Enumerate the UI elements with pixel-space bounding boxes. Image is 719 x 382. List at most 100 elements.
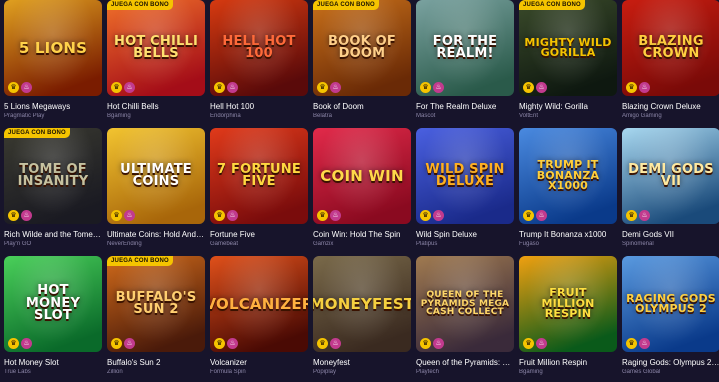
game-tile[interactable]: Ultimate Coins ♛ ♨ Ultimate Coins: Hold And… — [107, 128, 205, 252]
game-thumbnail[interactable]: JUEGA CON BONO Mighty Wild Gorilla ♛ ♨ — [519, 0, 617, 96]
game-provider: Play'n GO — [4, 241, 32, 247]
game-tile[interactable]: Trump It Bonanza x1000 ♛ ♨ Trump It Bonanza… — [519, 128, 617, 252]
game-title[interactable]: Fruit Million Respin — [519, 358, 617, 367]
game-thumbnail[interactable]: 5 Lions ♛ ♨ — [4, 0, 102, 96]
game-title[interactable]: Demi Gods VII — [622, 230, 719, 239]
game-title[interactable]: Fortune Five — [210, 230, 308, 239]
game-title[interactable]: Raging Gods: Olympus 2 PO... — [622, 358, 719, 367]
game-tile[interactable]: JUEGA CON BONO Hot Chilli Bells ♛ ♨ Hot Chil… — [107, 0, 205, 124]
game-logo-art: Hot Chilli Bells — [114, 33, 198, 61]
game-tile[interactable]: For the Realm! ♛ ♨ For The Realm Deluxe Masc… — [416, 0, 514, 124]
game-thumbnail[interactable]: JUEGA CON BONO Hot Chilli Bells ♛ ♨ — [107, 0, 205, 96]
game-provider: Platipus — [416, 241, 438, 247]
game-logo-art: Coin Win — [320, 166, 404, 185]
fire-icon: ♨ — [639, 82, 650, 93]
crown-icon: ♛ — [8, 338, 19, 349]
game-title[interactable]: Hell Hot 100 — [210, 102, 308, 111]
game-provider: Gamzix — [313, 241, 334, 247]
fire-icon: ♨ — [21, 210, 32, 221]
game-thumbnail[interactable]: JUEGA CON BONO Book of Doom ♛ ♨ — [313, 0, 411, 96]
fire-icon: ♨ — [124, 210, 135, 221]
game-thumbnail[interactable]: Queen of the Pyramids Mega Cash Collect ♛… — [416, 256, 514, 352]
fire-icon: ♨ — [433, 338, 444, 349]
crown-icon: ♛ — [626, 82, 637, 93]
game-tile[interactable]: Moneyfest ♛ ♨ Moneyfest Popiplay — [313, 256, 411, 380]
bonus-badge: JUEGA CON BONO — [107, 256, 173, 266]
game-title[interactable]: Moneyfest — [313, 358, 411, 367]
game-title[interactable]: For The Realm Deluxe — [416, 102, 514, 111]
game-tile[interactable]: Queen of the Pyramids Mega Cash Collect ♛… — [416, 256, 514, 380]
game-thumbnail[interactable]: JUEGA CON BONO Buffalo's Sun 2 ♛ ♨ — [107, 256, 205, 352]
game-thumbnail[interactable]: Fruit Million Respin ♛ ♨ — [519, 256, 617, 352]
game-tile[interactable]: JUEGA CON BONO Tome of Insanity ♛ ♨ Rich Wil… — [4, 128, 102, 252]
game-tile[interactable]: Hell Hot 100 ♛ ♨ Hell Hot 100 Endorphina — [210, 0, 308, 124]
game-thumbnail[interactable]: Raging Gods Olympus 2 ♛ ♨ — [622, 256, 719, 352]
game-provider: Endorphina — [210, 113, 241, 119]
game-thumbnail[interactable]: Volcanizer ♛ ♨ — [210, 256, 308, 352]
game-logo-art: For the Realm! — [432, 33, 498, 61]
game-logo-art: Trump It Bonanza x1000 — [536, 158, 600, 193]
game-thumbnail[interactable]: Wild Spin Deluxe ♛ ♨ — [416, 128, 514, 224]
crown-icon: ♛ — [626, 210, 637, 221]
game-thumbnail[interactable]: Blazing Crown ♛ ♨ — [622, 0, 719, 96]
game-tile[interactable]: JUEGA CON BONO Mighty Wild Gorilla ♛ ♨ Might… — [519, 0, 617, 124]
game-tile[interactable]: JUEGA CON BONO Buffalo's Sun 2 ♛ ♨ Buffalo's… — [107, 256, 205, 380]
game-thumbnail[interactable]: JUEGA CON BONO Tome of Insanity ♛ ♨ — [4, 128, 102, 224]
game-thumbnail[interactable]: 7 Fortune Five ♛ ♨ — [210, 128, 308, 224]
game-logo-art: Queen of the Pyramids Mega Cash Collect — [420, 290, 510, 318]
game-title[interactable]: Buffalo's Sun 2 — [107, 358, 205, 367]
game-title[interactable]: Coin Win: Hold The Spin — [313, 230, 411, 239]
fire-icon: ♨ — [536, 210, 547, 221]
game-title[interactable]: Blazing Crown Deluxe — [622, 102, 719, 111]
game-title[interactable]: Queen of the Pyramids: Me... — [416, 358, 514, 367]
game-provider: Spinomenal — [622, 241, 654, 247]
game-tile[interactable]: Volcanizer ♛ ♨ Volcanizer Formula Spin — [210, 256, 308, 380]
game-thumbnail[interactable]: Demi Gods VII ♛ ♨ — [622, 128, 719, 224]
game-thumbnail[interactable]: For the Realm! ♛ ♨ — [416, 0, 514, 96]
game-title[interactable]: Mighty Wild: Gorilla — [519, 102, 617, 111]
game-title[interactable]: Volcanizer — [210, 358, 308, 367]
game-provider: Pragmatic Play — [4, 113, 45, 119]
game-provider: Bgaming — [107, 113, 131, 119]
crown-icon: ♛ — [111, 338, 122, 349]
crown-icon: ♛ — [523, 338, 534, 349]
bonus-badge: JUEGA CON BONO — [4, 128, 70, 138]
game-logo-art: Buffalo's Sun 2 — [115, 289, 197, 317]
game-title[interactable]: Trump It Bonanza x1000 — [519, 230, 617, 239]
game-logo-art: Moneyfest — [313, 294, 411, 313]
game-thumbnail[interactable]: Moneyfest ♛ ♨ — [313, 256, 411, 352]
game-title[interactable]: Rich Wilde and the Tome of... — [4, 230, 102, 239]
game-title[interactable]: Book of Doom — [313, 102, 411, 111]
game-provider: Belatra — [313, 113, 333, 119]
game-tile[interactable]: 5 Lions ♛ ♨ 5 Lions Megaways Pragmatic Play — [4, 0, 102, 124]
game-tile[interactable]: Demi Gods VII ♛ ♨ Demi Gods VII Spinomenal — [622, 128, 719, 252]
game-tile[interactable]: Fruit Million Respin ♛ ♨ Fruit Million Resp… — [519, 256, 617, 380]
crown-icon: ♛ — [317, 82, 328, 93]
game-thumbnail[interactable]: Hot Money Slot ♛ ♨ — [4, 256, 102, 352]
crown-icon: ♛ — [214, 210, 225, 221]
game-provider: Zillion — [107, 369, 123, 375]
game-title[interactable]: 5 Lions Megaways — [4, 102, 102, 111]
crown-icon: ♛ — [111, 82, 122, 93]
game-thumbnail[interactable]: Coin Win ♛ ♨ — [313, 128, 411, 224]
game-thumbnail[interactable]: Ultimate Coins ♛ ♨ — [107, 128, 205, 224]
game-provider: Formula Spin — [210, 369, 246, 375]
game-tile[interactable]: Hot Money Slot ♛ ♨ Hot Money Slot True Labs — [4, 256, 102, 380]
game-tile[interactable]: Wild Spin Deluxe ♛ ♨ Wild Spin Deluxe Platip… — [416, 128, 514, 252]
crown-icon: ♛ — [8, 210, 19, 221]
game-logo-art: Fruit Million Respin — [541, 286, 595, 321]
game-tile[interactable]: Blazing Crown ♛ ♨ Blazing Crown Deluxe Amigo… — [622, 0, 719, 124]
game-title[interactable]: Hot Money Slot — [4, 358, 102, 367]
game-title[interactable]: Hot Chilli Bells — [107, 102, 205, 111]
game-title[interactable]: Ultimate Coins: Hold And Win — [107, 230, 205, 239]
game-thumbnail[interactable]: Trump It Bonanza x1000 ♛ ♨ — [519, 128, 617, 224]
game-thumbnail[interactable]: Hell Hot 100 ♛ ♨ — [210, 0, 308, 96]
game-tile[interactable]: Raging Gods Olympus 2 ♛ ♨ Raging Gods: Olym… — [622, 256, 719, 380]
crown-icon: ♛ — [317, 338, 328, 349]
fire-icon: ♨ — [433, 210, 444, 221]
game-tile[interactable]: 7 Fortune Five ♛ ♨ Fortune Five Gamebeat — [210, 128, 308, 252]
game-title[interactable]: Wild Spin Deluxe — [416, 230, 514, 239]
fire-icon: ♨ — [124, 82, 135, 93]
game-tile[interactable]: JUEGA CON BONO Book of Doom ♛ ♨ Book of Doom… — [313, 0, 411, 124]
game-tile[interactable]: Coin Win ♛ ♨ Coin Win: Hold The Spin Gamzix — [313, 128, 411, 252]
